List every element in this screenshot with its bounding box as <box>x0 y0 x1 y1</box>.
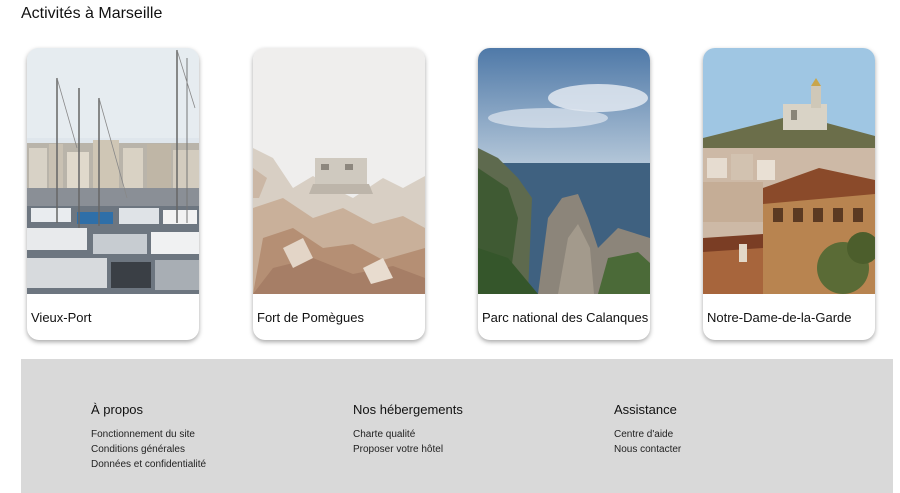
card-label: Fort de Pomègues <box>257 310 364 325</box>
footer-link-terms[interactable]: Conditions générales <box>91 442 206 457</box>
footer-heading-accommodations: Nos hébergements <box>353 402 463 417</box>
notre-dame-de-la-garde-image <box>703 48 875 294</box>
card-label: Vieux-Port <box>31 310 92 325</box>
activity-cards: Vieux-Port Fort de Pomègues Parc nationa… <box>0 0 900 350</box>
footer-column-accommodations: Nos hébergements Charte qualité Proposer… <box>353 402 463 457</box>
fort-de-pomegues-image <box>253 48 425 294</box>
footer-link-propose-hotel[interactable]: Proposer votre hôtel <box>353 442 463 457</box>
footer-link-how-site-works[interactable]: Fonctionnement du site <box>91 427 206 442</box>
footer-heading-assistance: Assistance <box>614 402 677 417</box>
footer-column-assistance: Assistance Centre d'aide Nous contacter <box>614 402 681 457</box>
footer-link-contact[interactable]: Nous contacter <box>614 442 681 457</box>
footer: À propos Fonctionnement du site Conditio… <box>21 359 893 493</box>
vieux-port-image <box>27 48 199 294</box>
footer-link-privacy[interactable]: Données et confidentialité <box>91 457 206 472</box>
card-fort-de-pomegues[interactable]: Fort de Pomègues <box>253 48 425 340</box>
footer-link-quality-charter[interactable]: Charte qualité <box>353 427 463 442</box>
card-vieux-port[interactable]: Vieux-Port <box>27 48 199 340</box>
calanques-image <box>478 48 650 294</box>
footer-heading-about: À propos <box>91 402 144 417</box>
footer-column-about: À propos Fonctionnement du site Conditio… <box>91 402 206 472</box>
card-notre-dame-de-la-garde[interactable]: Notre-Dame-de-la-Garde <box>703 48 875 340</box>
card-parc-national-des-calanques[interactable]: Parc national des Calanques <box>478 48 650 340</box>
card-label: Notre-Dame-de-la-Garde <box>707 310 852 325</box>
card-label: Parc national des Calanques <box>482 310 649 325</box>
footer-link-help-center[interactable]: Centre d'aide <box>614 427 681 442</box>
